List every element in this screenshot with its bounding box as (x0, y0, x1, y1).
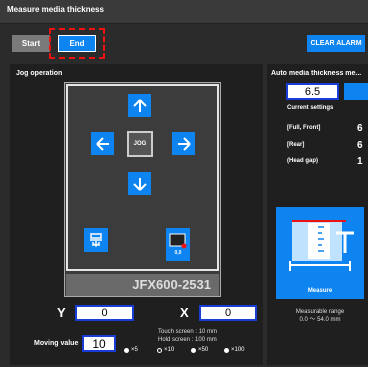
title-bar: Measure media thickness (0, 0, 368, 24)
head-retract-button[interactable] (84, 228, 108, 252)
touch-note: Touch screen : 10 mm (158, 329, 218, 335)
measure-label: Measure (307, 288, 333, 294)
setting-value-rear: 6 (357, 140, 363, 151)
end-button-highlight (49, 28, 105, 59)
x-axis-label: X (180, 305, 189, 320)
origin-button[interactable]: 0,0 (166, 228, 190, 261)
origin-label: 0,0 (174, 250, 182, 256)
jog-down-button[interactable] (128, 172, 151, 195)
print-head-icon (90, 233, 102, 248)
setting-label-head-gap: (Head gap) (287, 158, 319, 164)
moving-value-label: Moving value (34, 340, 79, 347)
option-x50[interactable]: ×50 (191, 347, 208, 353)
measure-button[interactable]: Measure (276, 207, 364, 299)
origin-icon (169, 233, 187, 249)
arrow-down-icon (132, 177, 147, 191)
model-name: JFX600-2531 (132, 277, 211, 292)
setting-value-front: 6 (357, 123, 363, 134)
radio-icon (224, 347, 229, 353)
jog-right-button[interactable] (172, 132, 195, 155)
hold-note: Hold screen : 100 mm (158, 337, 217, 343)
option-x100[interactable]: ×100 (224, 347, 245, 353)
option-x5[interactable]: ×5 (124, 347, 138, 353)
setting-label-rear: [Rear] (287, 142, 305, 148)
jog-left-button[interactable] (91, 132, 114, 155)
model-banner: JFX600-2531 (66, 274, 219, 296)
thickness-apply-button[interactable] (344, 83, 368, 100)
setting-value-head-gap: 1 (357, 156, 363, 167)
radio-icon (124, 347, 129, 353)
current-settings-label: Current settings (287, 105, 334, 111)
radio-icon (191, 347, 196, 353)
arrow-up-icon (132, 98, 147, 112)
auto-measure-title: Auto media thickness me... (271, 70, 362, 77)
option-x10[interactable]: ×10 (157, 347, 174, 353)
moving-value-field[interactable]: 10 (82, 335, 116, 352)
x-position-field[interactable]: 0 (199, 305, 257, 321)
measure-thickness-icon (289, 220, 354, 271)
clear-alarm-button[interactable]: CLEAR ALARM (307, 35, 365, 52)
range-value: 0.0 ～ 54.0 mm (299, 317, 341, 323)
arrow-left-icon (95, 136, 109, 151)
jog-section-title: Jog operation (16, 70, 63, 77)
setting-label-front: [Full, Front] (287, 125, 321, 131)
start-button[interactable]: Start (12, 35, 50, 52)
arrow-right-icon (177, 136, 191, 151)
jog-center-button[interactable]: JOG (127, 131, 153, 157)
radio-selected-icon (157, 347, 162, 353)
window-title: Measure media thickness (7, 5, 104, 14)
y-position-field[interactable]: 0 (75, 305, 134, 321)
range-label: Measurable range (295, 309, 345, 315)
y-axis-label: Y (57, 305, 66, 320)
jog-up-button[interactable] (128, 94, 151, 117)
thickness-value-field[interactable]: 6.5 (286, 83, 339, 100)
